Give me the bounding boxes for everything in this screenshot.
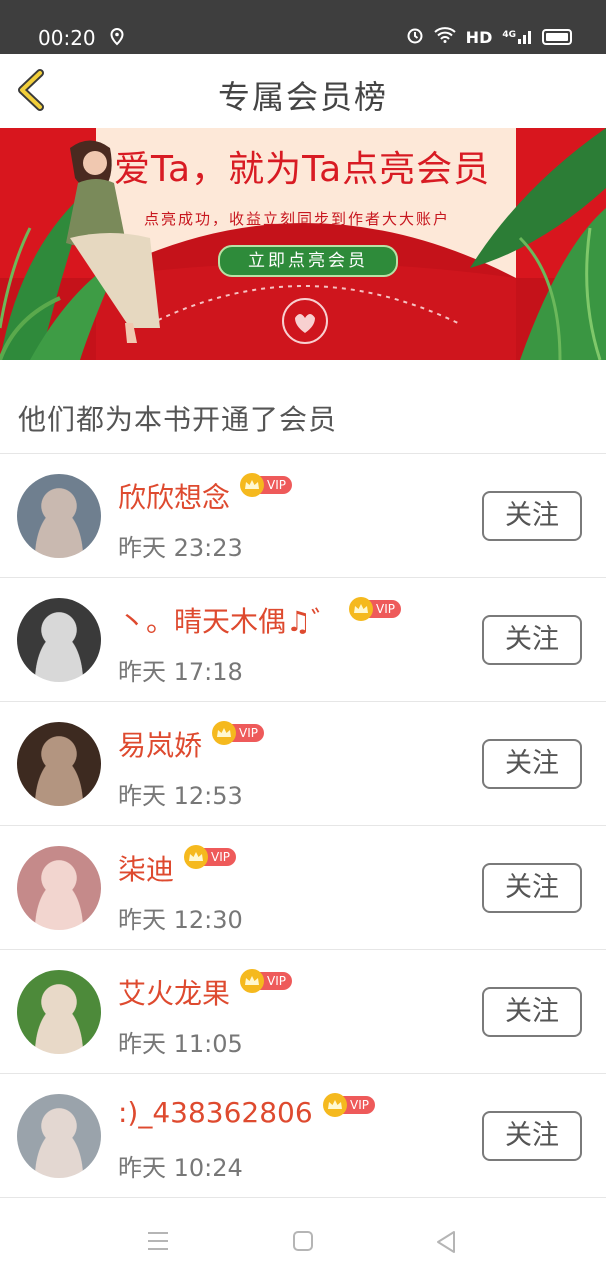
banner-subtitle: 点亮成功，收益立刻同步到作者大大账户 [144,210,451,228]
member-name[interactable]: 丶。晴天木偶♫゛ [118,600,339,640]
vip-badge: VIP [212,721,264,745]
follow-button[interactable]: 关注 [482,1111,582,1161]
crown-icon [323,1093,347,1117]
crown-icon [240,473,264,497]
crown-icon [240,969,264,993]
member-name[interactable]: :)_438362806 [118,1096,313,1129]
status-icons: HD 4G [406,26,572,48]
app-header: 专属会员榜 [0,54,606,128]
avatar[interactable] [17,970,101,1054]
follow-button[interactable]: 关注 [482,987,582,1037]
vip-badge: VIP [184,845,236,869]
member-time: 昨天 12:53 [118,782,243,810]
signal-icon: 4G [502,30,532,44]
follow-button[interactable]: 关注 [482,863,582,913]
signal-label: 4G [502,30,516,40]
member-name[interactable]: 易岚娇 [118,724,202,764]
system-nav-bar [0,1200,606,1280]
member-row: 柒迪 VIP 昨天 12:30 关注 [0,826,606,950]
member-row: 丶。晴天木偶♫゛ VIP 昨天 17:18 关注 [0,578,606,702]
page-title: 专属会员榜 [217,78,388,116]
network-label: HD [465,27,493,47]
member-time: 昨天 23:23 [118,534,243,562]
member-row: :)_438362806 VIP 昨天 10:24 关注 [0,1074,606,1198]
member-time: 昨天 11:05 [118,1030,243,1058]
avatar[interactable] [17,846,101,930]
avatar[interactable] [17,598,101,682]
member-name[interactable]: 艾火龙果 [118,972,230,1012]
banner-headline: 爱Ta，就为Ta点亮会员 [114,149,491,190]
avatar[interactable] [17,1094,101,1178]
status-bar: 00:20 HD 4G [0,0,606,54]
member-name[interactable]: 欣欣想念 [118,476,230,516]
location-icon [110,27,124,50]
section-title: 他们都为本书开通了会员 [18,403,338,436]
alarm-icon [406,26,424,48]
crown-icon [184,845,208,869]
avatar[interactable] [17,722,101,806]
vip-badge: VIP [240,969,292,993]
avatar[interactable] [17,474,101,558]
member-row: 易岚娇 VIP 昨天 12:53 关注 [0,702,606,826]
vip-badge: VIP [240,473,292,497]
menu-nav-button[interactable] [146,1230,170,1256]
crown-icon [212,721,236,745]
vip-badge: VIP [349,597,401,621]
follow-button[interactable]: 关注 [482,739,582,789]
wifi-icon [434,27,456,47]
back-nav-button[interactable] [434,1230,458,1258]
member-time: 昨天 17:18 [118,658,243,686]
triangle-back-icon [437,1231,455,1253]
battery-icon [542,29,572,45]
follow-button[interactable]: 关注 [482,615,582,665]
vip-badge: VIP [323,1093,375,1117]
member-time: 昨天 10:24 [118,1154,243,1182]
status-time: 00:20 [38,26,96,50]
member-row: 艾火龙果 VIP 昨天 11:05 关注 [0,950,606,1074]
activate-membership-button[interactable]: 立即点亮会员 [218,245,398,277]
member-row: 欣欣想念 VIP 昨天 23:23 关注 [0,454,606,578]
follow-button[interactable]: 关注 [482,491,582,541]
member-name[interactable]: 柒迪 [118,848,174,888]
menu-icon [148,1232,168,1250]
member-time: 昨天 12:30 [118,906,243,934]
home-nav-button[interactable] [292,1230,314,1256]
crown-icon [349,597,373,621]
square-icon [293,1231,313,1251]
member-list: 欣欣想念 VIP 昨天 23:23 关注 丶。晴天木偶♫゛ VIP 昨天 17:… [0,454,606,1198]
